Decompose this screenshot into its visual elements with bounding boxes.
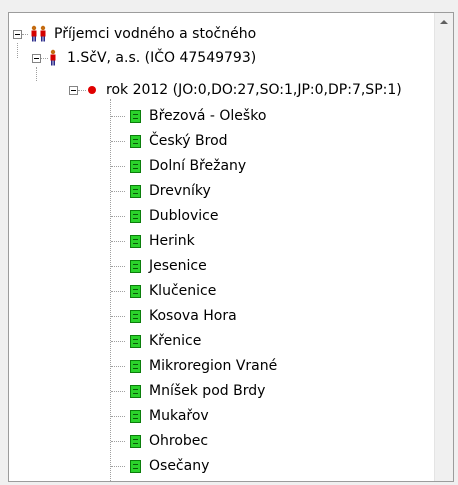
people-group-icon xyxy=(29,25,51,43)
list-item[interactable]: Jesenice xyxy=(9,254,434,278)
list-item[interactable]: Kosova Hora xyxy=(9,304,434,328)
list-item[interactable]: Mikroregion Vrané xyxy=(9,354,434,378)
municipality-icon xyxy=(130,210,141,223)
tree-node-label: Herink xyxy=(149,233,195,249)
tree-node-label: Kosova Hora xyxy=(149,308,237,324)
municipality-icon xyxy=(130,385,141,398)
list-item[interactable]: Herink xyxy=(9,229,434,253)
municipality-icon xyxy=(130,360,141,373)
municipality-icon xyxy=(130,460,141,473)
list-item[interactable]: Petrovice xyxy=(9,479,434,481)
tree-node-label: Mikroregion Vrané xyxy=(149,358,278,374)
tree-node-label: Jesenice xyxy=(149,258,207,274)
list-item[interactable]: Drevníky xyxy=(9,179,434,203)
tree-node-label: 1.SčV, a.s. (IČO 47549793) xyxy=(67,50,257,66)
list-item[interactable]: Ohrobec xyxy=(9,429,434,453)
tree-node-year[interactable]: rok 2012 (JO:0,DO:27,SO:1,JP:0,DP:7,SP:1… xyxy=(9,78,434,102)
person-icon xyxy=(48,49,58,67)
collapse-toggle-company[interactable] xyxy=(32,54,41,63)
municipality-icon xyxy=(130,260,141,273)
municipality-icon xyxy=(130,110,141,123)
tree-node-label: Osečany xyxy=(149,458,210,474)
tree-node-label: Mníšek pod Brdy xyxy=(149,383,266,399)
list-item[interactable]: Mukařov xyxy=(9,404,434,428)
scroll-up-arrow-icon[interactable] xyxy=(435,13,453,31)
tree-node-label: Klučenice xyxy=(149,283,217,299)
collapse-toggle-year[interactable] xyxy=(69,86,78,95)
tree-node-label: Mukařov xyxy=(149,408,209,424)
tree-node-label: Příjemci vodného a stočného xyxy=(54,26,257,42)
list-item[interactable]: Mníšek pod Brdy xyxy=(9,379,434,403)
tree-node-company[interactable]: 1.SčV, a.s. (IČO 47549793) xyxy=(9,46,434,70)
tree-node-label: Drevníky xyxy=(149,183,211,199)
municipality-icon xyxy=(130,185,141,198)
municipality-icon xyxy=(130,410,141,423)
list-item[interactable]: Dolní Břežany xyxy=(9,154,434,178)
tree-node-label: Dublovice xyxy=(149,208,219,224)
tree-content: Příjemci vodného a stočného 1.SčV, a.s. … xyxy=(9,13,434,481)
municipality-icon xyxy=(130,160,141,173)
red-dot-icon xyxy=(88,86,96,94)
tree-node-label: Dolní Břežany xyxy=(149,158,247,174)
municipality-icon xyxy=(130,435,141,448)
municipality-icon xyxy=(130,235,141,248)
list-item[interactable]: Křenice xyxy=(9,329,434,353)
tree-node-label: Křenice xyxy=(149,333,202,349)
tree-node-label: Ohrobec xyxy=(149,433,209,449)
municipality-icon xyxy=(130,310,141,323)
tree-node-label: Petrovice xyxy=(149,479,214,481)
tree-node-label: Březová - Oleško xyxy=(149,108,267,124)
vertical-scrollbar[interactable] xyxy=(434,13,453,481)
list-item[interactable]: Dublovice xyxy=(9,204,434,228)
municipality-icon xyxy=(130,335,141,348)
list-item[interactable]: Český Brod xyxy=(9,129,434,153)
list-item[interactable]: Osečany xyxy=(9,454,434,478)
tree-node-label: Český Brod xyxy=(149,133,228,149)
tree-node-label: rok 2012 (JO:0,DO:27,SO:1,JP:0,DP:7,SP:1… xyxy=(106,82,402,98)
list-item[interactable]: Březová - Oleško xyxy=(9,104,434,128)
collapse-toggle-root[interactable] xyxy=(13,30,22,39)
tree-node-root[interactable]: Příjemci vodného a stočného xyxy=(9,22,434,46)
municipality-icon xyxy=(130,285,141,298)
tree-view: Příjemci vodného a stočného 1.SčV, a.s. … xyxy=(8,12,454,482)
municipality-icon xyxy=(130,135,141,148)
list-item[interactable]: Klučenice xyxy=(9,279,434,303)
